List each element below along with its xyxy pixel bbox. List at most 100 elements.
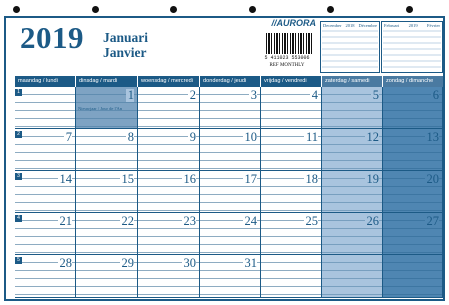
day-cell-sunday[interactable]: 6 xyxy=(383,87,443,129)
month-name-french: Janvier xyxy=(103,45,147,60)
day-number: 9 xyxy=(187,130,196,144)
day-number: 12 xyxy=(364,130,379,144)
day-number: 11 xyxy=(303,130,318,144)
mini-calendar-year: 2019 xyxy=(408,23,418,28)
day-number: 29 xyxy=(119,256,134,270)
day-cell-friday[interactable]: 11 xyxy=(261,129,322,171)
week-number: 4 xyxy=(15,215,22,222)
day-cell-saturday[interactable]: 19 xyxy=(322,171,383,213)
day-number: 27 xyxy=(424,214,439,228)
binder-hole xyxy=(92,6,99,13)
day-cell-thursday[interactable]: 10 xyxy=(200,129,261,171)
mini-calendar-next: Februari 2019 Février xyxy=(381,21,443,73)
day-number: 13 xyxy=(424,130,439,144)
day-cell-tuesday[interactable]: 8 xyxy=(76,129,138,171)
binder-hole xyxy=(170,6,177,13)
holiday-note: Nieuwjaar / Jour de l'An xyxy=(78,106,123,111)
day-cell-sunday[interactable]: 13 xyxy=(383,129,443,171)
day-number: 30 xyxy=(181,256,196,270)
mini-calendar-month-fr: Décembre xyxy=(358,23,378,28)
reference-label: REF MONTHLY xyxy=(269,63,305,68)
day-number: 26 xyxy=(364,214,379,228)
day-number: 23 xyxy=(181,214,196,228)
day-cell-monday[interactable]: 27 xyxy=(15,129,76,171)
day-header-thursday: donderdag / jeudi xyxy=(200,76,261,87)
day-cell-wednesday[interactable]: 9 xyxy=(138,129,200,171)
mini-calendar-year: 2018 xyxy=(345,23,355,28)
day-number: 7 xyxy=(63,130,72,144)
day-cell-friday[interactable]: 25 xyxy=(261,213,322,255)
day-number: 28 xyxy=(57,256,72,270)
binder-hole xyxy=(249,6,256,13)
day-header-saturday: zaterdag / samedi xyxy=(322,76,383,87)
day-number: 8 xyxy=(125,130,134,144)
day-cell-friday[interactable]: 18 xyxy=(261,171,322,213)
barcode-number: 5 411023 553006 xyxy=(264,55,310,61)
mini-calendar-month: Februari xyxy=(384,23,400,28)
day-cell-friday[interactable] xyxy=(261,255,322,298)
day-number: 24 xyxy=(242,214,257,228)
day-cell-saturday[interactable]: 26 xyxy=(322,213,383,255)
day-header-tuesday: dinsdag / mardi xyxy=(76,76,138,87)
day-cell-tuesday[interactable]: 15 xyxy=(76,171,138,213)
day-number: 20 xyxy=(424,172,439,186)
day-header-sunday: zondag / dimanche xyxy=(383,76,443,87)
day-number: 17 xyxy=(242,172,257,186)
day-number: 1 xyxy=(125,88,134,102)
day-number: 21 xyxy=(57,214,72,228)
barcode-image xyxy=(266,33,312,54)
mini-calendar-grid xyxy=(322,30,378,71)
day-cell-monday[interactable]: 1 xyxy=(15,87,76,129)
binder-hole xyxy=(13,6,20,13)
mini-calendar-grid xyxy=(383,30,441,71)
day-cell-tuesday[interactable]: 29 xyxy=(76,255,138,298)
day-header-wednesday: woensdag / mercredi xyxy=(138,76,200,87)
day-cell-wednesday[interactable]: 2 xyxy=(138,87,200,129)
brand-logo: //AURORA xyxy=(271,18,317,28)
day-number: 10 xyxy=(242,130,257,144)
week-number: 3 xyxy=(15,173,22,180)
day-cell-sunday[interactable]: 20 xyxy=(383,171,443,213)
day-cell-wednesday[interactable]: 30 xyxy=(138,255,200,298)
day-cell-tuesday[interactable]: 22 xyxy=(76,213,138,255)
day-cell-wednesday[interactable]: 16 xyxy=(138,171,200,213)
month-name-dutch: Januari xyxy=(103,30,149,45)
day-number: 16 xyxy=(181,172,196,186)
day-cell-monday[interactable]: 5 28 xyxy=(15,255,76,298)
day-cell-saturday[interactable] xyxy=(322,255,383,298)
day-cell-thursday[interactable]: 17 xyxy=(200,171,261,213)
day-cell-monday[interactable]: 3 14 xyxy=(15,171,76,213)
day-number: 15 xyxy=(119,172,134,186)
day-number: 4 xyxy=(309,88,318,102)
day-number: 22 xyxy=(119,214,134,228)
day-number: 31 xyxy=(242,256,257,270)
day-cell-sunday[interactable] xyxy=(383,255,443,298)
day-header-monday: maandag / lundi xyxy=(15,76,76,87)
day-number: 14 xyxy=(57,172,72,186)
mini-calendar-month: December xyxy=(323,23,342,28)
day-number: 2 xyxy=(187,88,196,102)
mini-calendar-previous: December 2018 Décembre xyxy=(320,21,380,73)
day-header-friday: vrijdag / vendredi xyxy=(261,76,322,87)
day-cell-saturday[interactable]: 5 xyxy=(322,87,383,129)
day-number: 5 xyxy=(370,88,379,102)
day-number: 3 xyxy=(248,88,257,102)
day-cell-tuesday[interactable]: 1 Nieuwjaar / Jour de l'An xyxy=(76,87,138,129)
day-number: 19 xyxy=(364,172,379,186)
day-cell-thursday[interactable]: 31 xyxy=(200,255,261,298)
binder-hole xyxy=(327,6,334,13)
week-number: 2 xyxy=(15,131,22,138)
week-number: 5 xyxy=(15,257,22,264)
day-number: 25 xyxy=(303,214,318,228)
day-cell-saturday[interactable]: 12 xyxy=(322,129,383,171)
day-cell-wednesday[interactable]: 23 xyxy=(138,213,200,255)
binder-hole xyxy=(406,6,413,13)
mini-calendar-month-fr: Février xyxy=(427,23,440,28)
day-cell-friday[interactable]: 4 xyxy=(261,87,322,129)
day-number: 18 xyxy=(303,172,318,186)
year-title: 2019 xyxy=(20,20,84,55)
day-cell-thursday[interactable]: 3 xyxy=(200,87,261,129)
day-cell-sunday[interactable]: 27 xyxy=(383,213,443,255)
day-cell-monday[interactable]: 4 21 xyxy=(15,213,76,255)
day-cell-thursday[interactable]: 24 xyxy=(200,213,261,255)
